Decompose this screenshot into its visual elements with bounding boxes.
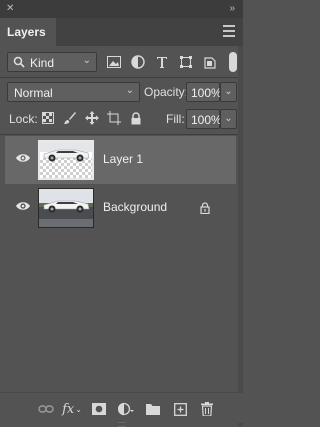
trash-icon[interactable] — [199, 401, 215, 417]
chevron-down-icon: ⌄ — [82, 55, 91, 66]
lock-icon[interactable] — [199, 202, 211, 214]
layer-name[interactable]: Layer 1 — [103, 152, 143, 166]
blend-mode-select[interactable]: Normal ⌄ — [7, 82, 140, 102]
hamburger-menu-icon[interactable] — [223, 25, 235, 38]
close-panel-button[interactable]: ✕ — [6, 3, 14, 14]
eye-icon[interactable] — [15, 152, 31, 164]
tab-layers-label: Layers — [7, 25, 46, 39]
car-road-thumbnail — [39, 189, 93, 227]
lock-artboard-icon[interactable] — [106, 110, 122, 126]
collapse-panel-button[interactable]: » — [229, 3, 235, 14]
fill-value: 100% — [191, 113, 222, 127]
opacity-dropdown[interactable]: ⌄ — [220, 82, 237, 102]
divider — [0, 77, 243, 78]
resize-grip[interactable] — [118, 422, 126, 427]
tab-row: Layers — [0, 18, 243, 46]
lock-position-icon[interactable] — [84, 110, 100, 126]
eye-icon[interactable] — [15, 200, 31, 212]
lock-all-icon[interactable] — [128, 110, 144, 126]
chevron-down-icon: ⌄ — [125, 85, 134, 96]
new-group-icon[interactable] — [145, 401, 161, 417]
type-filter-icon[interactable] — [154, 54, 170, 70]
blend-mode-value: Normal — [14, 86, 53, 100]
opacity-label: Opacity: — [144, 85, 189, 99]
image-filter-icon[interactable] — [106, 54, 122, 70]
smart-object-filter-icon[interactable] — [202, 54, 218, 70]
fill-label: Fill: — [166, 112, 185, 126]
layer-row-layer-1[interactable]: Layer 1 — [5, 136, 236, 184]
filter-kind-select[interactable]: Kind ⌄ — [7, 52, 97, 72]
lock-transparent-pixels-icon[interactable] — [40, 110, 56, 126]
search-icon — [13, 56, 25, 68]
tab-layers[interactable]: Layers — [0, 18, 56, 46]
fill-input[interactable]: 100% — [186, 109, 222, 129]
layer-thumbnail[interactable] — [38, 188, 94, 228]
car-transparent-thumbnail — [40, 142, 92, 178]
divider — [0, 134, 243, 135]
filter-toggle[interactable] — [229, 52, 237, 72]
link-layers-icon[interactable] — [38, 401, 54, 417]
filter-kind-label: Kind — [30, 56, 55, 70]
opacity-input[interactable]: 100% — [186, 82, 222, 102]
fx-label: fx — [62, 401, 75, 417]
chevron-down-icon: ⌄ — [224, 113, 233, 124]
new-layer-icon[interactable] — [172, 401, 188, 417]
fill-dropdown[interactable]: ⌄ — [220, 109, 237, 129]
chevron-down-icon: ⌄ — [224, 86, 233, 97]
lock-label: Lock: — [9, 112, 38, 126]
bottom-toolbar: fx ⌄ — [0, 392, 243, 423]
layer-row-background[interactable]: Background — [5, 184, 236, 232]
panel-title-bar: ✕ » — [0, 0, 243, 18]
lock-image-pixels-icon[interactable] — [62, 110, 78, 126]
add-mask-icon[interactable] — [91, 401, 107, 417]
layer-thumbnail[interactable] — [38, 140, 94, 180]
layer-name[interactable]: Background — [103, 200, 167, 214]
fx-icon[interactable]: fx ⌄ — [62, 401, 82, 417]
adjustment-filter-icon[interactable] — [130, 54, 146, 70]
opacity-value: 100% — [191, 86, 222, 100]
new-adjustment-icon[interactable] — [118, 401, 134, 417]
shape-filter-icon[interactable] — [178, 54, 194, 70]
panel-scroll-track — [238, 46, 243, 426]
